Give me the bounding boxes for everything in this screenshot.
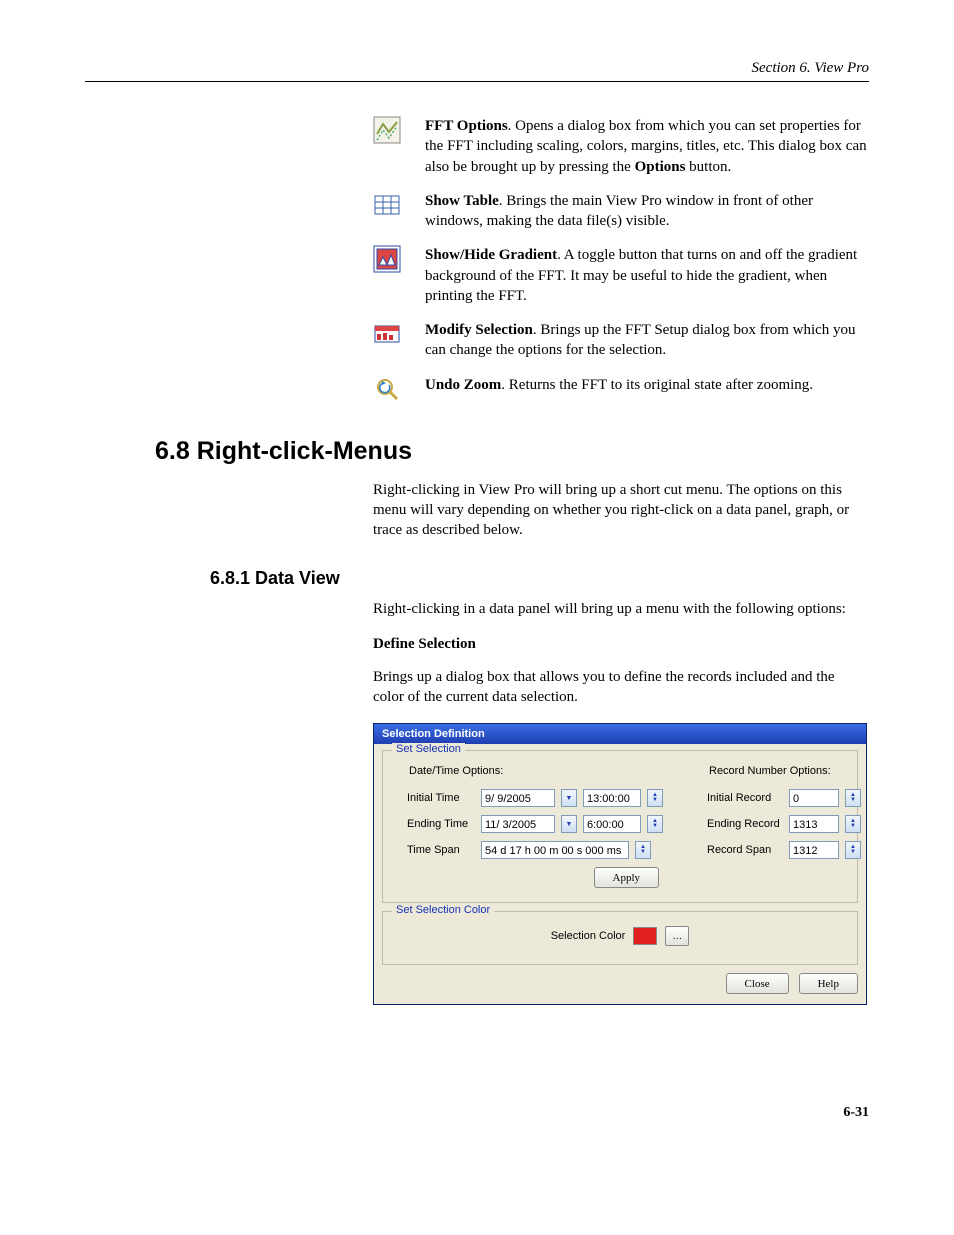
record-span-input[interactable]: 1312 [789, 841, 839, 859]
initial-record-label: Initial Record [707, 792, 783, 804]
initial-time-label: Initial Time [407, 792, 475, 804]
fft-options-text: FFT Options. Opens a dialog box from whi… [425, 116, 869, 177]
modify-row: Modify Selection. Brings up the FFT Setu… [373, 320, 869, 361]
ending-date-dropdown[interactable]: ▼ [561, 815, 577, 833]
fft-options-bold2: Options [635, 159, 686, 175]
undo-zoom-body: . Returns the FFT to its original state … [501, 377, 813, 393]
fft-options-body2: button. [685, 159, 731, 175]
modify-selection-icon [373, 320, 401, 348]
initial-date-input[interactable]: 9/ 9/2005 [481, 789, 555, 807]
initial-record-spinner[interactable]: ▲▼ [845, 789, 861, 807]
initial-time-input[interactable]: 13:00:00 [583, 789, 641, 807]
section-6-8-1-para2: Brings up a dialog box that allows you t… [373, 667, 869, 708]
ending-time-spinner[interactable]: ▲▼ [647, 815, 663, 833]
undo-zoom-title: Undo Zoom [425, 377, 501, 393]
dialog-titlebar: Selection Definition [374, 724, 866, 744]
gradient-row: Show/Hide Gradient. A toggle button that… [373, 245, 869, 306]
apply-button[interactable]: Apply [594, 867, 660, 888]
section-6-8-1-para1: Right-clicking in a data panel will brin… [373, 599, 869, 619]
ending-record-label: Ending Record [707, 818, 783, 830]
undo-zoom-row: Undo Zoom. Returns the FFT to its origin… [373, 375, 869, 403]
selection-color-swatch[interactable] [633, 927, 657, 945]
define-selection-label: Define Selection [373, 636, 869, 653]
timespan-input[interactable]: 54 d 17 h 00 m 00 s 000 ms [481, 841, 629, 859]
section-6-8-para: Right-clicking in View Pro will bring up… [373, 480, 869, 541]
ending-record-input[interactable]: 1313 [789, 815, 839, 833]
datetime-options-label: Date/Time Options: [409, 765, 663, 777]
timespan-spinner[interactable]: ▲▼ [635, 841, 651, 859]
selection-color-label: Selection Color [551, 930, 626, 942]
record-span-spinner[interactable]: ▲▼ [845, 841, 861, 859]
gradient-icon [373, 245, 401, 273]
help-button[interactable]: Help [799, 973, 858, 994]
ending-record-spinner[interactable]: ▲▼ [845, 815, 861, 833]
ending-time-input[interactable]: 6:00:00 [583, 815, 641, 833]
set-selection-fieldset: Set Selection Date/Time Options: Initial… [382, 750, 858, 903]
section-6-8-heading: 6.8 Right-click-Menus [155, 437, 869, 466]
fft-options-title: FFT Options [425, 118, 508, 134]
page-number: 6-31 [85, 1105, 869, 1121]
show-table-text: Show Table. Brings the main View Pro win… [425, 191, 869, 232]
selection-definition-dialog: Selection Definition Set Selection Date/… [373, 723, 867, 1005]
initial-date-dropdown[interactable]: ▼ [561, 789, 577, 807]
fft-options-icon [373, 116, 401, 144]
gradient-title: Show/Hide Gradient [425, 247, 557, 263]
set-selection-legend: Set Selection [392, 743, 465, 755]
table-icon [373, 191, 401, 219]
initial-time-spinner[interactable]: ▲▼ [647, 789, 663, 807]
show-table-title: Show Table [425, 193, 499, 209]
record-span-label: Record Span [707, 844, 783, 856]
undo-zoom-icon [373, 375, 401, 403]
fft-options-row: FFT Options. Opens a dialog box from whi… [373, 116, 869, 177]
set-selection-color-legend: Set Selection Color [392, 904, 494, 916]
close-button[interactable]: Close [726, 973, 789, 994]
section-6-8-1-heading: 6.8.1 Data View [210, 568, 869, 589]
set-selection-color-fieldset: Set Selection Color Selection Color … [382, 911, 858, 965]
initial-record-input[interactable]: 0 [789, 789, 839, 807]
undo-zoom-text: Undo Zoom. Returns the FFT to its origin… [425, 375, 869, 395]
timespan-label: Time Span [407, 844, 475, 856]
selection-color-browse-button[interactable]: … [665, 926, 689, 946]
ending-time-label: Ending Time [407, 818, 475, 830]
gradient-text: Show/Hide Gradient. A toggle button that… [425, 245, 869, 306]
show-table-row: Show Table. Brings the main View Pro win… [373, 191, 869, 232]
modify-text: Modify Selection. Brings up the FFT Setu… [425, 320, 869, 361]
page-header: Section 6. View Pro [85, 60, 869, 82]
modify-title: Modify Selection [425, 322, 533, 338]
header-section-label: Section 6. View Pro [752, 60, 869, 76]
ending-date-input[interactable]: 11/ 3/2005 [481, 815, 555, 833]
record-number-options-label: Record Number Options: [709, 765, 861, 777]
